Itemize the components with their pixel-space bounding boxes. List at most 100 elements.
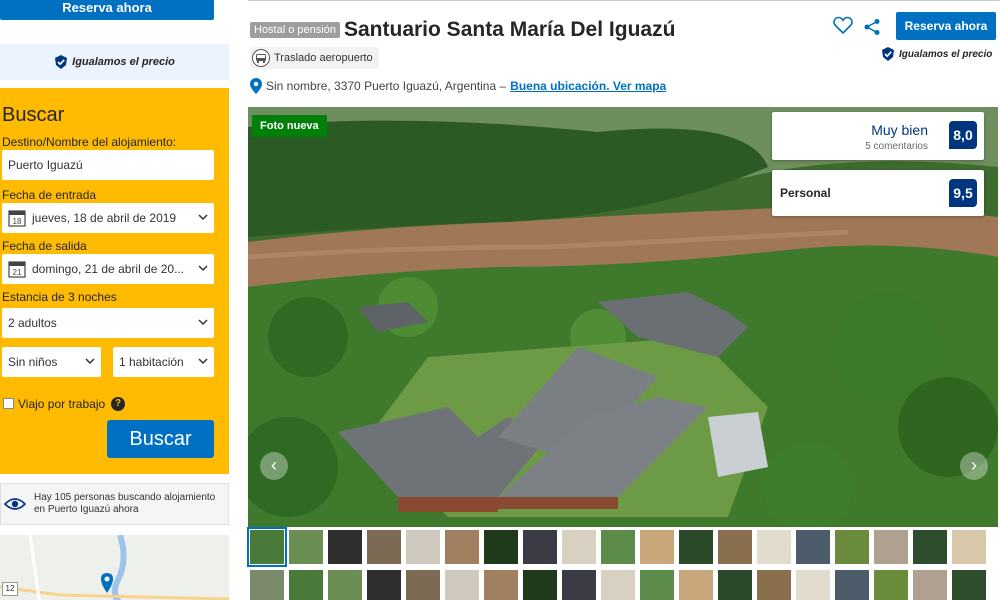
photo-thumbnail[interactable] xyxy=(756,529,792,565)
photo-thumbnail[interactable] xyxy=(444,569,480,600)
review-count: 5 comentarios xyxy=(865,141,928,152)
share-icon[interactable] xyxy=(863,18,881,36)
stay-length-label: Estancia de 3 noches xyxy=(2,290,117,304)
price-match-text: Igualamos el precio xyxy=(72,56,175,68)
price-match-text: Igualamos el precio xyxy=(899,48,993,60)
reserve-button[interactable]: Reserva ahora xyxy=(896,12,996,40)
photo-thumbnail[interactable] xyxy=(717,529,753,565)
checkout-label: Fecha de salida xyxy=(2,239,87,253)
people-searching-notice: Hay 105 personas buscando alojamiento en… xyxy=(0,483,229,525)
search-button[interactable]: Buscar xyxy=(107,420,214,458)
children-select[interactable]: Sin niños xyxy=(2,347,101,377)
rooms-value: 1 habitación xyxy=(119,355,184,369)
chevron-down-icon xyxy=(85,358,95,365)
photo-thumbnail[interactable] xyxy=(600,569,636,600)
photo-thumbnail[interactable] xyxy=(561,529,597,565)
photo-thumbnail[interactable] xyxy=(483,529,519,565)
price-match-badge-icon xyxy=(55,55,68,69)
map-pin-icon xyxy=(250,78,262,94)
heart-icon[interactable] xyxy=(833,16,853,34)
chevron-down-icon xyxy=(198,358,208,365)
photo-thumbnail[interactable] xyxy=(873,569,909,600)
photo-thumbnail[interactable] xyxy=(444,529,480,565)
photo-thumbnail[interactable] xyxy=(756,569,792,600)
photo-thumbnail[interactable] xyxy=(522,529,558,565)
photo-thumbnail[interactable] xyxy=(288,569,324,600)
page: Reserva ahora Igualamos el precio Buscar… xyxy=(0,0,1000,600)
photo-thumbnail[interactable] xyxy=(522,569,558,600)
photo-thumbnail[interactable] xyxy=(951,529,987,565)
photo-thumbnail[interactable] xyxy=(795,529,831,565)
photo-thumbnail[interactable] xyxy=(912,569,948,600)
map-illustration xyxy=(0,535,229,600)
review-score-card[interactable]: Muy bien 5 comentarios 8,0 xyxy=(772,112,984,160)
photo-thumbnail[interactable] xyxy=(873,529,909,565)
work-trip-checkbox[interactable] xyxy=(3,398,14,409)
photo-thumbnail[interactable] xyxy=(639,529,675,565)
chevron-down-icon xyxy=(198,319,208,326)
price-match-note: Igualamos el precio xyxy=(881,47,992,61)
review-score-word: Muy bien xyxy=(871,122,928,138)
photo-thumbnail[interactable] xyxy=(795,569,831,600)
photo-thumbnail[interactable] xyxy=(834,569,870,600)
chevron-down-icon xyxy=(198,265,208,272)
price-match-banner: Igualamos el precio xyxy=(0,44,229,80)
address-line: Sin nombre, 3370 Puerto Iguazú, Argentin… xyxy=(250,78,666,94)
photo-thumbnail[interactable] xyxy=(600,529,636,565)
chevron-down-icon xyxy=(198,214,208,221)
search-title: Buscar xyxy=(2,104,65,126)
photo-thumbnail[interactable] xyxy=(288,529,324,565)
map-preview[interactable]: 12 xyxy=(0,535,229,600)
next-photo-button[interactable]: › xyxy=(960,452,988,480)
destination-label: Destino/Nombre del alojamiento: xyxy=(2,135,177,149)
photo-thumbnail[interactable] xyxy=(327,569,363,600)
people-searching-text: Hay 105 personas buscando alojamiento en… xyxy=(34,492,216,515)
calendar-icon: 18 xyxy=(8,210,26,227)
photo-thumbnail[interactable] xyxy=(834,529,870,565)
main-content: Hostal o pensión Santuario Santa María D… xyxy=(247,0,1000,600)
work-trip-label: Viajo por trabajo xyxy=(18,397,106,411)
photo-thumbnail[interactable] xyxy=(483,569,519,600)
children-value: Sin niños xyxy=(8,355,58,369)
checkin-day: 18 xyxy=(13,217,22,226)
photo-thumbnail[interactable] xyxy=(561,569,597,600)
staff-score-label: Personal xyxy=(780,186,831,200)
review-score: 8,0 xyxy=(949,121,977,149)
photo-thumbnail[interactable] xyxy=(405,529,441,565)
photo-thumbnail[interactable] xyxy=(366,569,402,600)
adults-value: 2 adultos xyxy=(8,316,57,330)
address-text: Sin nombre, 3370 Puerto Iguazú, Argentin… xyxy=(266,79,507,93)
photo-thumbnail[interactable] xyxy=(249,569,285,600)
photo-thumbnail[interactable] xyxy=(951,569,987,600)
view-map-link[interactable]: Buena ubicación. Ver mapa xyxy=(510,79,666,93)
shuttle-icon xyxy=(252,49,270,67)
sidebar-reserve-button[interactable]: Reserva ahora xyxy=(0,0,214,20)
checkin-value: jueves, 18 de abril de 2019 xyxy=(32,211,177,225)
photo-thumbnail[interactable] xyxy=(912,529,948,565)
top-divider xyxy=(248,0,1000,4)
previous-photo-button[interactable]: ‹ xyxy=(260,452,288,480)
new-photo-badge: Foto nueva xyxy=(252,115,327,137)
photo-thumbnail[interactable] xyxy=(639,569,675,600)
destination-input[interactable]: Puerto Iguazú xyxy=(2,150,214,180)
property-type-badge: Hostal o pensión xyxy=(250,22,340,38)
checkout-date-field[interactable]: 21 domingo, 21 de abril de 20... xyxy=(2,254,214,284)
staff-score-card[interactable]: Personal 9,5 xyxy=(772,170,984,216)
photo-thumbnail[interactable] xyxy=(366,529,402,565)
checkin-date-field[interactable]: 18 jueves, 18 de abril de 2019 xyxy=(2,203,214,233)
checkout-day: 21 xyxy=(13,268,22,277)
destination-value: Puerto Iguazú xyxy=(8,158,83,172)
calendar-icon: 21 xyxy=(8,261,26,278)
route-number: 12 xyxy=(2,582,18,596)
adults-select[interactable]: 2 adultos xyxy=(2,308,214,338)
photo-thumbnail[interactable] xyxy=(717,569,753,600)
photo-thumbnail[interactable] xyxy=(405,569,441,600)
photo-thumbnail[interactable] xyxy=(678,529,714,565)
photo-thumbnail[interactable] xyxy=(678,569,714,600)
help-icon[interactable]: ? xyxy=(111,397,125,411)
eye-icon xyxy=(4,498,26,510)
photo-thumbnail[interactable] xyxy=(327,529,363,565)
rooms-select[interactable]: 1 habitación xyxy=(113,347,214,377)
photo-thumbnail[interactable] xyxy=(247,527,287,567)
left-sidebar: Reserva ahora Igualamos el precio Buscar… xyxy=(0,0,230,600)
